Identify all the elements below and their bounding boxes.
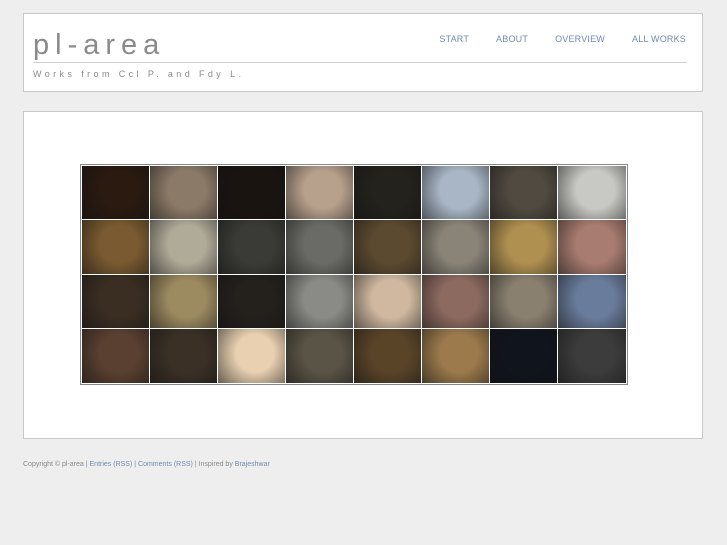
work-thumbnail[interactable] (558, 166, 626, 221)
work-thumbnail[interactable] (82, 166, 150, 221)
work-thumbnail[interactable] (490, 328, 558, 383)
work-thumbnail[interactable] (422, 274, 490, 329)
work-thumbnail[interactable] (218, 166, 286, 221)
site-header: pl-area Works from Ccl P. and Fdy L. STA… (23, 13, 703, 92)
header-divider (33, 62, 687, 63)
work-thumbnail[interactable] (490, 274, 558, 329)
nav-all-works[interactable]: ALL WORKS (632, 35, 686, 44)
work-thumbnail[interactable] (354, 220, 422, 275)
work-thumbnail[interactable] (286, 166, 354, 221)
work-thumbnail[interactable] (422, 328, 490, 383)
work-thumbnail[interactable] (286, 328, 354, 383)
work-thumbnail[interactable] (558, 274, 626, 329)
work-thumbnail[interactable] (82, 220, 150, 275)
works-thumbnail-grid (80, 164, 628, 385)
work-thumbnail[interactable] (286, 274, 354, 329)
work-thumbnail[interactable] (490, 220, 558, 275)
footer-copyright: Copyright © pl-area | (23, 461, 90, 468)
nav-overview[interactable]: OVERVIEW (555, 35, 605, 44)
work-thumbnail[interactable] (150, 328, 218, 383)
work-thumbnail[interactable] (82, 328, 150, 383)
work-thumbnail[interactable] (218, 328, 286, 383)
work-thumbnail[interactable] (150, 220, 218, 275)
site-tagline: Works from Ccl P. and Fdy L. (33, 69, 245, 79)
main-content (23, 111, 703, 439)
work-thumbnail[interactable] (150, 274, 218, 329)
work-thumbnail[interactable] (354, 274, 422, 329)
work-thumbnail[interactable] (82, 274, 150, 329)
work-thumbnail[interactable] (558, 220, 626, 275)
work-thumbnail[interactable] (354, 166, 422, 221)
footer-brajeshwar-link[interactable]: Brajeshwar (235, 461, 270, 468)
work-thumbnail[interactable] (490, 166, 558, 221)
site-title-link[interactable]: pl-area (33, 31, 165, 60)
work-thumbnail[interactable] (150, 166, 218, 221)
work-thumbnail[interactable] (422, 166, 490, 221)
work-thumbnail[interactable] (218, 220, 286, 275)
footer-entries-rss-link[interactable]: Entries (RSS) (90, 461, 133, 468)
nav-start[interactable]: START (439, 35, 469, 44)
work-thumbnail[interactable] (286, 220, 354, 275)
nav-about[interactable]: ABOUT (496, 35, 528, 44)
work-thumbnail[interactable] (422, 220, 490, 275)
footer-comments-rss-link[interactable]: Comments (RSS) (138, 461, 193, 468)
work-thumbnail[interactable] (354, 328, 422, 383)
work-thumbnail[interactable] (558, 328, 626, 383)
footer: Copyright © pl-area | Entries (RSS) | Co… (23, 461, 270, 468)
footer-inspired-by: | Inspired by (192, 461, 235, 468)
main-nav: START ABOUT OVERVIEW ALL WORKS (412, 35, 686, 44)
work-thumbnail[interactable] (218, 274, 286, 329)
